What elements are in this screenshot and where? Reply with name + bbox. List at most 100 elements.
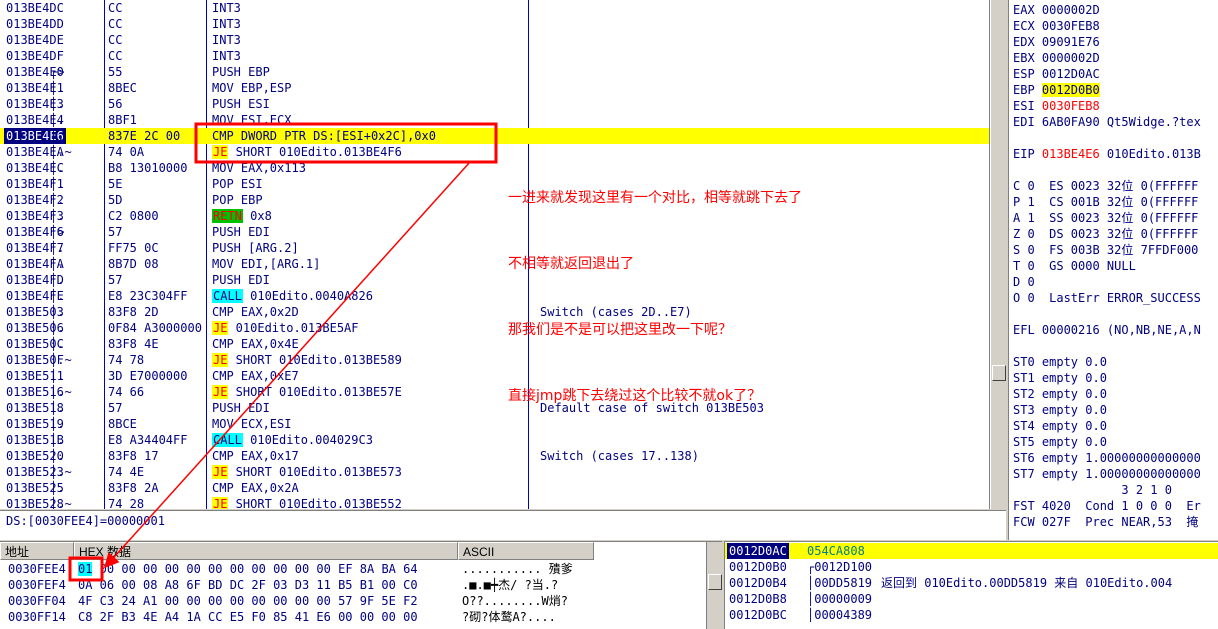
register-line[interactable]: ESI 0030FEB8	[1013, 98, 1100, 114]
disasm-row[interactable]: 013BE50F │.~ 74 78 JE SHORT 010Edito.013BE5…	[0, 352, 989, 368]
register-line[interactable]: ST3 empty 0.0	[1013, 402, 1107, 418]
register-line[interactable]: A 1 SS 0023 32位 0(FFFFFF	[1013, 210, 1198, 226]
disasm-row[interactable]: 013BE4E1 │. 8BEC MOV EBP,ESP	[0, 80, 989, 96]
register-line[interactable]: FST 4020 Cond 1 0 0 0 Er	[1013, 498, 1201, 514]
register-text: ST0 empty 0.0	[1013, 355, 1107, 369]
dump-selected-byte[interactable]: 01	[78, 562, 93, 576]
disasm-flow-marker: │.	[50, 337, 65, 351]
disasm-row[interactable]: 013BE4E6 │. 837E 2C 00 CMP DWORD PTR DS:[ES…	[0, 128, 989, 144]
disasm-flow-marker: │.	[50, 97, 65, 111]
register-line[interactable]: 3 2 1 0	[1013, 482, 1172, 498]
register-line[interactable]: ST7 empty 1.00000000000000	[1013, 466, 1201, 482]
disasm-row[interactable]: 013BE4F7 │. FF75 0C PUSH [ARG.2]	[0, 240, 989, 256]
disasm-operands: 010Edito.0040A826	[242, 289, 373, 303]
dump-row[interactable]: 0030FF04 4F C3 24 A1 00 00 00 00 00 00 00…	[0, 593, 706, 609]
disasm-row[interactable]: 013BE4F6 │> 57 PUSH EDI	[0, 224, 989, 240]
register-line[interactable]: O 0 LastErr ERROR_SUCCESS	[1013, 290, 1201, 306]
register-line[interactable]: EBP 0012D0B0	[1013, 82, 1100, 98]
register-line[interactable]: D 0	[1013, 274, 1035, 290]
disasm-flow-marker: │.	[50, 305, 65, 319]
disasm-row[interactable]: 013BE525 │. 83F8 2A CMP EAX,0x2A	[0, 480, 989, 496]
disasm-row[interactable]: 013BE511 │. 3D E7000000 CMP EAX,0xE7	[0, 368, 989, 384]
disasm-row[interactable]: 013BE4FE │. E8 23C304FF CALL 010Edito.0040A…	[0, 288, 989, 304]
dump-header-address[interactable]: 地址	[0, 542, 74, 560]
register-line[interactable]: ST1 empty 0.0	[1013, 370, 1107, 386]
register-text: ESI	[1013, 99, 1042, 113]
disasm-row[interactable]: 013BE518 │. 57 PUSH EDI Default case of swit…	[0, 400, 989, 416]
disassembly-pane[interactable]: 013BE4DC CC INT3 013BE4DD CC INT3 013BE4DE CC IN…	[0, 0, 990, 509]
disasm-row[interactable]: 013BE4FA │. 8B7D 08 MOV EDI,[ARG.1]	[0, 256, 989, 272]
info-line: DS:[0030FEE4]=00000001	[0, 510, 1006, 540]
disassembly-scrollbar[interactable]	[990, 0, 1006, 509]
register-line[interactable]: ECX 0030FEB8	[1013, 18, 1100, 34]
dump-header-hex[interactable]: HEX 数据	[74, 542, 458, 560]
disasm-operands: 0x8	[242, 209, 272, 223]
disasm-row[interactable]: 013BE4E0 ┌> 55 PUSH EBP	[0, 64, 989, 80]
disasm-row[interactable]: 013BE528 │.~ 74 28 JE SHORT 010Edito.013BE5…	[0, 496, 989, 509]
register-line[interactable]: ST0 empty 0.0	[1013, 354, 1107, 370]
stack-row[interactable]: 0012D0B0 ┌0012D100	[725, 559, 1218, 575]
register-text: ST7 empty 1.00000000000000	[1013, 467, 1201, 481]
disasm-row[interactable]: 013BE50C │. 83F8 4E CMP EAX,0x4E	[0, 336, 989, 352]
stack-row[interactable]: 0012D0B4 │00DD5819 返回到 010Edito.00DD5819 来…	[725, 575, 1218, 591]
stack-row[interactable]: 0012D0AC 054CA808	[725, 543, 1218, 559]
disasm-row[interactable]: 013BE4F2 │. 5D POP EBP	[0, 192, 989, 208]
dump-row[interactable]: 0030FEF4 0A 06 00 08 A8 6F BD DC 2F 03 D3…	[0, 577, 706, 593]
disasm-row[interactable]: 013BE4E4 │. 8BF1 MOV ESI,ECX	[0, 112, 989, 128]
disasm-row[interactable]: 013BE4E3 │. 56 PUSH ESI	[0, 96, 989, 112]
register-line[interactable]: EBX 0000002D	[1013, 50, 1100, 66]
dump-row[interactable]: 0030FEE4 01 00 00 00 00 00 00 00 00 00 00…	[0, 561, 706, 577]
dump-header-ascii[interactable]: ASCII	[458, 542, 594, 560]
register-line[interactable]: EDX 09091E76	[1013, 34, 1100, 50]
register-line[interactable]: T 0 GS 0000 NULL	[1013, 258, 1136, 274]
scrollbar-thumb[interactable]	[992, 365, 1006, 381]
register-line[interactable]: P 1 CS 001B 32位 0(FFFFFF	[1013, 194, 1198, 210]
register-line[interactable]: C 0 ES 0023 32位 0(FFFFFF	[1013, 178, 1198, 194]
disasm-bytes: C2 0800	[108, 209, 159, 223]
disasm-bytes: 74 0A	[108, 145, 145, 159]
register-text: S 0 FS 003B 32位 7FFDF000	[1013, 243, 1199, 257]
registers-pane[interactable]: EAX 0000002D ECX 0030FEB8 EDX 09091E76 EBX …	[1008, 0, 1218, 540]
disasm-row[interactable]: 013BE506 │. 0F84 A3000000 JE 010Edito.013BE…	[0, 320, 989, 336]
register-text: O 0 LastErr ERROR_SUCCESS	[1013, 291, 1201, 305]
disasm-flow-marker: │.	[50, 417, 65, 431]
stack-pane[interactable]: 0012D0AC 054CA808 0012D0B0 ┌0012D100 0012D0B…	[724, 541, 1218, 629]
register-line[interactable]: ST4 empty 0.0	[1013, 418, 1107, 434]
disasm-row[interactable]: 013BE4DD CC INT3	[0, 16, 989, 32]
disasm-row[interactable]: 013BE503 │. 83F8 2D CMP EAX,0x2D Switch (cas…	[0, 304, 989, 320]
dump-row[interactable]: 0030FF14 C8 2F B3 4E A4 1A CC E5 F0 85 41…	[0, 609, 706, 625]
register-line[interactable]: FCW 027F Prec NEAR,53 掩	[1013, 514, 1198, 530]
disasm-row[interactable]: 013BE4EA │.~ 74 0A JE SHORT 010Edito.013BE4…	[0, 144, 989, 160]
disasm-row[interactable]: 013BE523 │.~ 74 4E JE SHORT 010Edito.013BE5…	[0, 464, 989, 480]
register-line[interactable]: ST5 empty 0.0	[1013, 434, 1107, 450]
memory-dump-pane[interactable]: 地址 HEX 数据 ASCII 0030FEE4 01 00 00 00 00 0…	[0, 541, 722, 629]
disasm-operands: SHORT 010Edito.013BE573	[228, 465, 402, 479]
register-line[interactable]: EAX 0000002D	[1013, 2, 1100, 18]
register-line[interactable]: Z 0 DS 0023 32位 0(FFFFFF	[1013, 226, 1198, 242]
disasm-row[interactable]: 013BE4F3 │. C2 0800 RETN 0x8	[0, 208, 989, 224]
register-line[interactable]: EFL 00000216 (NO,NB,NE,A,N	[1013, 322, 1201, 338]
register-line[interactable]: ESP 0012D0AC	[1013, 66, 1100, 82]
disasm-row[interactable]: 013BE4FD │. 57 PUSH EDI	[0, 272, 989, 288]
disasm-row[interactable]: 013BE4DF CC INT3	[0, 48, 989, 64]
disasm-row[interactable]: 013BE4DC CC INT3	[0, 0, 989, 16]
register-line[interactable]: ST2 empty 0.0	[1013, 386, 1107, 402]
disasm-bytes: 57	[108, 401, 123, 415]
disasm-instruction: JE SHORT 010Edito.013BE589	[212, 352, 402, 368]
stack-row[interactable]: 0012D0B8 │00000009	[725, 591, 1218, 607]
disasm-row[interactable]: 013BE4F1 │. 5E POP ESI	[0, 176, 989, 192]
disasm-row[interactable]: 013BE51B │. E8 A34404FF CALL 010Edito.00402…	[0, 432, 989, 448]
disasm-instruction: INT3	[212, 1, 241, 15]
disasm-row[interactable]: 013BE4DE CC INT3	[0, 32, 989, 48]
register-line[interactable]: S 0 FS 003B 32位 7FFDF000	[1013, 242, 1198, 258]
register-line[interactable]: EDI 6AB0FA90 Qt5Widge.?tex	[1013, 114, 1201, 130]
disasm-row[interactable]: 013BE519 │. 8BCE MOV ECX,ESI	[0, 416, 989, 432]
disasm-row[interactable]: 013BE4EC │. B8 13010000 MOV EAX,0x113	[0, 160, 989, 176]
dump-scrollbar[interactable]	[706, 542, 722, 629]
disasm-row[interactable]: 013BE520 │. 83F8 17 CMP EAX,0x17 Switch (cas…	[0, 448, 989, 464]
scrollbar-thumb[interactable]	[708, 574, 722, 590]
register-line[interactable]: ST6 empty 1.00000000000000	[1013, 450, 1201, 466]
disasm-row[interactable]: 013BE516 │.~ 74 66 JE SHORT 010Edito.013BE5…	[0, 384, 989, 400]
stack-row[interactable]: 0012D0BC │00004389	[725, 607, 1218, 623]
register-line[interactable]: EIP 013BE4E6 010Edito.013B	[1013, 146, 1201, 162]
